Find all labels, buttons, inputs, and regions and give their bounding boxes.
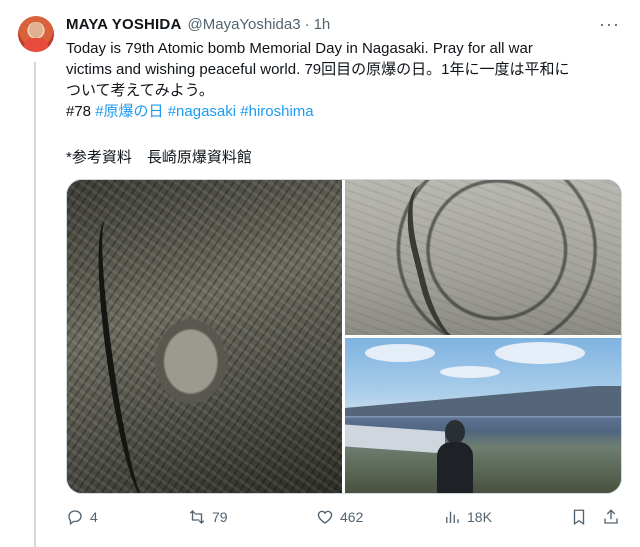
photo-nagasaki-view[interactable] <box>345 338 621 493</box>
person-silhouette <box>437 420 473 493</box>
mountain-silhouette <box>345 386 621 416</box>
bookmark-icon <box>573 509 585 526</box>
more-options-icon[interactable]: ··· <box>599 14 620 35</box>
author-handle[interactable]: @MayaYoshida3 <box>188 16 301 33</box>
reply-count: 4 <box>90 509 98 525</box>
author-name[interactable]: MAYA YOSHIDA <box>66 16 182 33</box>
thread-line <box>34 62 36 547</box>
number-tag: #78 <box>66 103 92 120</box>
person-head <box>445 420 465 444</box>
hashtag-genbaku[interactable]: #原爆の日 <box>95 103 163 120</box>
tweet-header: MAYA YOSHIDA @MayaYoshida3 · 1h ··· <box>66 14 620 34</box>
media-divider <box>345 335 621 338</box>
retweet-count: 79 <box>212 509 228 525</box>
cloud <box>365 344 435 362</box>
share-button[interactable] <box>602 506 620 528</box>
tweet-text: Today is 79th Atomic bomb Memorial Day i… <box>66 38 626 122</box>
views-button[interactable]: 18K <box>443 506 492 528</box>
avatar-shirt <box>24 38 48 52</box>
bookmark-button[interactable] <box>570 506 588 528</box>
share-icon <box>604 509 618 524</box>
hashtag-line: #78 #原爆の日 #nagasaki #hiroshima <box>66 101 626 122</box>
media-grid <box>66 179 622 494</box>
heart-icon <box>317 510 333 524</box>
analytics-icon <box>446 511 459 523</box>
river-shape <box>396 180 500 346</box>
river-shape <box>87 218 163 493</box>
avatar[interactable] <box>18 16 54 52</box>
person-body <box>437 442 473 493</box>
reply-icon <box>68 510 82 526</box>
hashtag-hiroshima[interactable]: #hiroshima <box>240 103 313 120</box>
hashtag-nagasaki[interactable]: #nagasaki <box>168 103 236 120</box>
tweet-line-3: ついて考えてみよう。 <box>66 82 214 99</box>
aerial-photo-ground-zero[interactable] <box>345 180 621 346</box>
avatar-head <box>29 22 43 38</box>
retweet-icon <box>189 510 205 524</box>
retweet-button[interactable]: 79 <box>188 506 228 528</box>
cloud <box>440 366 500 378</box>
action-bar: 4 79 462 18K <box>66 506 620 528</box>
tweet-line-1: Today is 79th Atomic bomb Memorial Day i… <box>66 40 533 57</box>
cloud <box>495 342 585 364</box>
like-button[interactable]: 462 <box>316 506 363 528</box>
tweet-line-2: victims and wishing peaceful world. 79回目… <box>66 61 570 78</box>
timestamp[interactable]: 1h <box>314 16 331 33</box>
like-count: 462 <box>340 509 364 525</box>
rooftop <box>345 424 445 454</box>
reply-button[interactable]: 4 <box>66 506 98 528</box>
view-count: 18K <box>467 509 492 525</box>
aerial-photo-city[interactable] <box>67 180 342 493</box>
separator-dot: · <box>304 15 310 33</box>
reference-text: *参考資料 長崎原爆資料館 <box>66 149 252 166</box>
